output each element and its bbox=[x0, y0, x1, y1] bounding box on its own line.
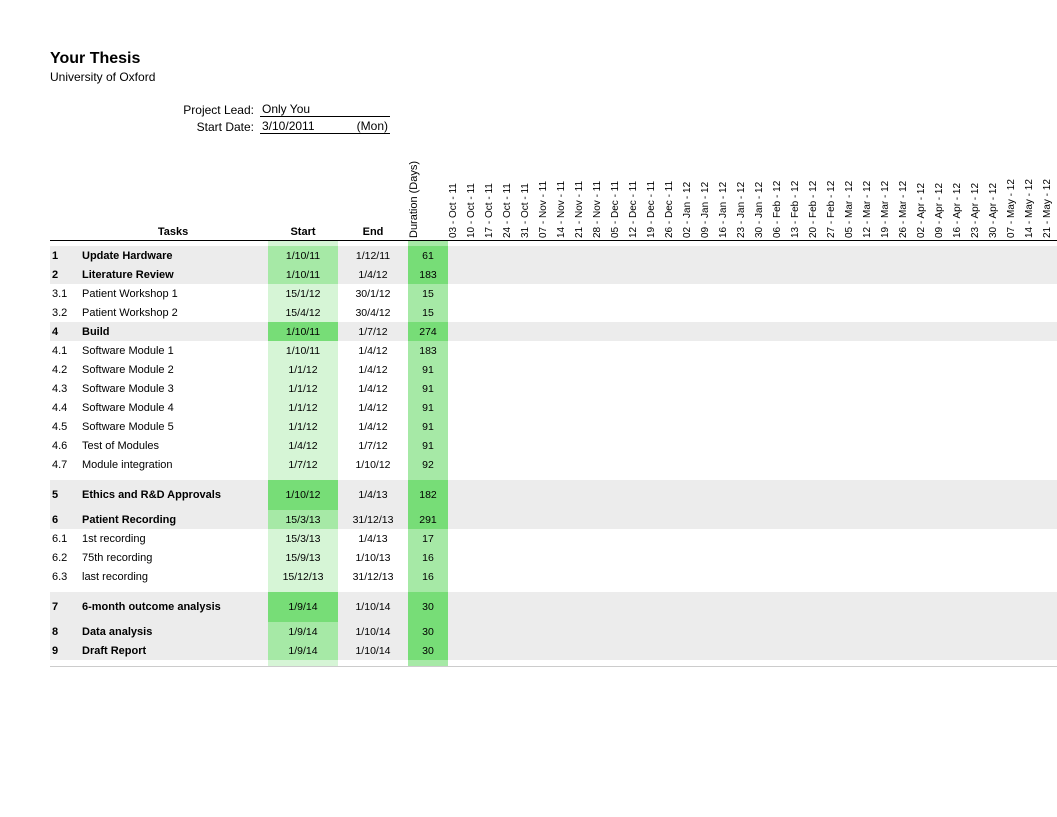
date-header: 21 - May - 12 bbox=[1042, 140, 1057, 240]
date-header: 02 - Apr - 12 bbox=[916, 140, 934, 240]
project-lead-value[interactable]: Only You bbox=[260, 102, 390, 117]
date-header: 14 - May - 12 bbox=[1024, 140, 1042, 240]
date-header: 23 - Apr - 12 bbox=[970, 140, 988, 240]
table-row: 4.6Test of Modules1/4/121/7/1291 bbox=[50, 436, 1057, 455]
date-header: 16 - Apr - 12 bbox=[952, 140, 970, 240]
start-date-label: Start Date: bbox=[50, 120, 260, 134]
date-header: 02 - Jan - 12 bbox=[682, 140, 700, 240]
start-date-value[interactable]: 3/10/2011 (Mon) bbox=[260, 119, 390, 134]
page-subtitle: University of Oxford bbox=[50, 70, 1007, 84]
date-header: 06 - Feb - 12 bbox=[772, 140, 790, 240]
date-header: 07 - Nov - 11 bbox=[538, 140, 556, 240]
table-row: 8Data analysis1/9/141/10/1430 bbox=[50, 622, 1057, 641]
date-header: 19 - Mar - 12 bbox=[880, 140, 898, 240]
date-header: 30 - Apr - 12 bbox=[988, 140, 1006, 240]
col-tasks: Tasks bbox=[78, 140, 268, 240]
date-header: 19 - Dec - 11 bbox=[646, 140, 664, 240]
table-row: 4.2Software Module 21/1/121/4/1291 bbox=[50, 360, 1057, 379]
date-header: 31 - Oct - 11 bbox=[520, 140, 538, 240]
table-row: 4.5Software Module 51/1/121/4/1291 bbox=[50, 417, 1057, 436]
table-row: 4.7Module integration1/7/121/10/1292 bbox=[50, 455, 1057, 474]
date-header: 10 - Oct - 11 bbox=[466, 140, 484, 240]
gantt-table: Tasks Start End Duration (Days) 03 - Oct… bbox=[50, 140, 1057, 667]
date-header: 23 - Jan - 12 bbox=[736, 140, 754, 240]
date-header: 14 - Nov - 11 bbox=[556, 140, 574, 240]
date-header: 28 - Nov - 11 bbox=[592, 140, 610, 240]
project-lead-label: Project Lead: bbox=[50, 103, 260, 117]
date-header: 26 - Mar - 12 bbox=[898, 140, 916, 240]
date-header: 05 - Dec - 11 bbox=[610, 140, 628, 240]
table-row: 6.11st recording15/3/131/4/1317 bbox=[50, 529, 1057, 548]
table-row: 4.1Software Module 11/10/111/4/12183 bbox=[50, 341, 1057, 360]
col-end: End bbox=[338, 140, 408, 240]
date-header: 16 - Jan - 12 bbox=[718, 140, 736, 240]
date-header: 30 - Jan - 12 bbox=[754, 140, 772, 240]
table-row: 1Update Hardware1/10/111/12/1161 bbox=[50, 246, 1057, 265]
date-header: 05 - Mar - 12 bbox=[844, 140, 862, 240]
date-header: 09 - Jan - 12 bbox=[700, 140, 718, 240]
table-row: 6Patient Recording15/3/1331/12/13291 bbox=[50, 510, 1057, 529]
table-row: 6.3last recording15/12/1331/12/1316 bbox=[50, 567, 1057, 586]
table-row: 3.1Patient Workshop 115/1/1230/1/1215 bbox=[50, 284, 1057, 303]
date-header: 09 - Apr - 12 bbox=[934, 140, 952, 240]
table-row: 3.2Patient Workshop 215/4/1230/4/1215 bbox=[50, 303, 1057, 322]
date-header: 13 - Feb - 12 bbox=[790, 140, 808, 240]
date-header: 21 - Nov - 11 bbox=[574, 140, 592, 240]
page-title: Your Thesis bbox=[50, 50, 1007, 68]
date-header: 17 - Oct - 11 bbox=[484, 140, 502, 240]
date-header: 24 - Oct - 11 bbox=[502, 140, 520, 240]
table-row: 5Ethics and R&D Approvals1/10/121/4/1318… bbox=[50, 480, 1057, 510]
table-row: 9Draft Report1/9/141/10/1430 bbox=[50, 641, 1057, 660]
table-row: 4Build1/10/111/7/12274 bbox=[50, 322, 1057, 341]
col-start: Start bbox=[268, 140, 338, 240]
date-header: 27 - Feb - 12 bbox=[826, 140, 844, 240]
table-row: 4.4Software Module 41/1/121/4/1291 bbox=[50, 398, 1057, 417]
date-header: 12 - Mar - 12 bbox=[862, 140, 880, 240]
table-row: 2Literature Review1/10/111/4/12183 bbox=[50, 265, 1057, 284]
date-header: 12 - Dec - 11 bbox=[628, 140, 646, 240]
date-header: 26 - Dec - 11 bbox=[664, 140, 682, 240]
table-row: 4.3Software Module 31/1/121/4/1291 bbox=[50, 379, 1057, 398]
date-header: 20 - Feb - 12 bbox=[808, 140, 826, 240]
date-header: 03 - Oct - 11 bbox=[448, 140, 466, 240]
date-header: 07 - May - 12 bbox=[1006, 140, 1024, 240]
table-row: 76-month outcome analysis1/9/141/10/1430 bbox=[50, 592, 1057, 622]
col-duration: Duration (Days) bbox=[408, 140, 448, 240]
table-row: 6.275th recording15/9/131/10/1316 bbox=[50, 548, 1057, 567]
